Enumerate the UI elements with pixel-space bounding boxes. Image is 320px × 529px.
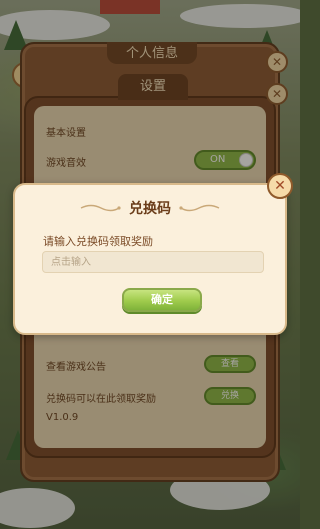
redeem-prompt: 请输入兑换码领取奖励 — [43, 235, 153, 248]
dialog-title: 兑换码 — [129, 201, 171, 217]
redeem-code-dialog: 兑换码 请输入兑换码领取奖励 确定 ✕ — [13, 173, 293, 335]
redeem-code-input[interactable] — [42, 251, 264, 273]
right-flourish-icon — [179, 204, 220, 212]
dialog-title-row: 兑换码 — [15, 197, 285, 219]
confirm-button[interactable]: 确定 — [122, 288, 202, 312]
dialog-close-icon[interactable]: ✕ — [267, 173, 293, 199]
left-flourish-icon — [80, 204, 121, 212]
